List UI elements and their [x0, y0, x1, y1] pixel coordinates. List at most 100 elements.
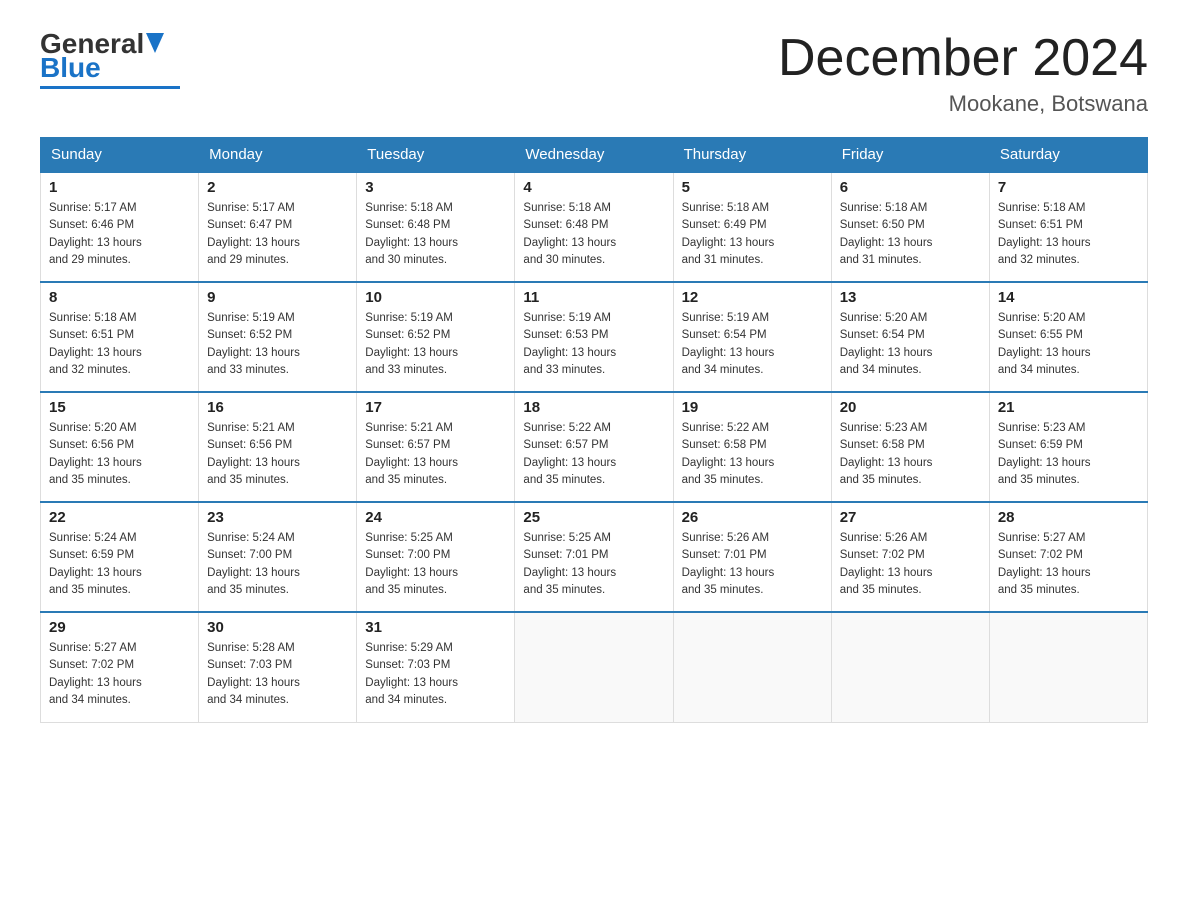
table-row: 29 Sunrise: 5:27 AMSunset: 7:02 PMDaylig…: [41, 612, 199, 722]
day-info: Sunrise: 5:23 AMSunset: 6:59 PMDaylight:…: [998, 422, 1091, 486]
calendar-week-3: 15 Sunrise: 5:20 AMSunset: 6:56 PMDaylig…: [41, 392, 1148, 502]
day-info: Sunrise: 5:18 AMSunset: 6:50 PMDaylight:…: [840, 202, 933, 266]
table-row: [673, 612, 831, 722]
table-row: [831, 612, 989, 722]
day-info: Sunrise: 5:23 AMSunset: 6:58 PMDaylight:…: [840, 422, 933, 486]
day-number: 15: [49, 399, 190, 416]
table-row: 1 Sunrise: 5:17 AMSunset: 6:46 PMDayligh…: [41, 172, 199, 282]
table-row: 21 Sunrise: 5:23 AMSunset: 6:59 PMDaylig…: [989, 392, 1147, 502]
day-info: Sunrise: 5:18 AMSunset: 6:51 PMDaylight:…: [49, 312, 142, 376]
day-number: 1: [49, 179, 190, 196]
day-number: 22: [49, 509, 190, 526]
table-row: 23 Sunrise: 5:24 AMSunset: 7:00 PMDaylig…: [199, 502, 357, 612]
day-number: 31: [365, 619, 506, 636]
logo-triangle-icon: [146, 33, 164, 55]
table-row: 30 Sunrise: 5:28 AMSunset: 7:03 PMDaylig…: [199, 612, 357, 722]
day-number: 30: [207, 619, 348, 636]
day-number: 6: [840, 179, 981, 196]
day-info: Sunrise: 5:19 AMSunset: 6:54 PMDaylight:…: [682, 312, 775, 376]
calendar-body: 1 Sunrise: 5:17 AMSunset: 6:46 PMDayligh…: [41, 172, 1148, 722]
table-row: 8 Sunrise: 5:18 AMSunset: 6:51 PMDayligh…: [41, 282, 199, 392]
day-number: 3: [365, 179, 506, 196]
day-info: Sunrise: 5:19 AMSunset: 6:52 PMDaylight:…: [207, 312, 300, 376]
day-info: Sunrise: 5:18 AMSunset: 6:49 PMDaylight:…: [682, 202, 775, 266]
day-number: 21: [998, 399, 1139, 416]
day-info: Sunrise: 5:21 AMSunset: 6:56 PMDaylight:…: [207, 422, 300, 486]
header: General Blue December 2024 Mookane, Bots…: [40, 30, 1148, 117]
day-number: 10: [365, 289, 506, 306]
day-info: Sunrise: 5:26 AMSunset: 7:01 PMDaylight:…: [682, 532, 775, 596]
logo-underline: [40, 86, 180, 89]
day-number: 14: [998, 289, 1139, 306]
day-number: 8: [49, 289, 190, 306]
day-info: Sunrise: 5:22 AMSunset: 6:58 PMDaylight:…: [682, 422, 775, 486]
table-row: 12 Sunrise: 5:19 AMSunset: 6:54 PMDaylig…: [673, 282, 831, 392]
day-number: 9: [207, 289, 348, 306]
day-info: Sunrise: 5:19 AMSunset: 6:53 PMDaylight:…: [523, 312, 616, 376]
header-tuesday: Tuesday: [357, 138, 515, 173]
logo: General Blue: [40, 30, 180, 89]
table-row: 27 Sunrise: 5:26 AMSunset: 7:02 PMDaylig…: [831, 502, 989, 612]
day-info: Sunrise: 5:26 AMSunset: 7:02 PMDaylight:…: [840, 532, 933, 596]
day-info: Sunrise: 5:18 AMSunset: 6:48 PMDaylight:…: [523, 202, 616, 266]
calendar-table: Sunday Monday Tuesday Wednesday Thursday…: [40, 137, 1148, 723]
table-row: 14 Sunrise: 5:20 AMSunset: 6:55 PMDaylig…: [989, 282, 1147, 392]
day-number: 2: [207, 179, 348, 196]
day-info: Sunrise: 5:29 AMSunset: 7:03 PMDaylight:…: [365, 642, 458, 706]
table-row: 13 Sunrise: 5:20 AMSunset: 6:54 PMDaylig…: [831, 282, 989, 392]
day-info: Sunrise: 5:24 AMSunset: 6:59 PMDaylight:…: [49, 532, 142, 596]
day-info: Sunrise: 5:27 AMSunset: 7:02 PMDaylight:…: [49, 642, 142, 706]
table-row: 9 Sunrise: 5:19 AMSunset: 6:52 PMDayligh…: [199, 282, 357, 392]
table-row: 15 Sunrise: 5:20 AMSunset: 6:56 PMDaylig…: [41, 392, 199, 502]
table-row: 28 Sunrise: 5:27 AMSunset: 7:02 PMDaylig…: [989, 502, 1147, 612]
calendar-week-2: 8 Sunrise: 5:18 AMSunset: 6:51 PMDayligh…: [41, 282, 1148, 392]
calendar-week-1: 1 Sunrise: 5:17 AMSunset: 6:46 PMDayligh…: [41, 172, 1148, 282]
table-row: [989, 612, 1147, 722]
logo-blue-text: Blue: [40, 52, 101, 83]
day-number: 5: [682, 179, 823, 196]
table-row: 31 Sunrise: 5:29 AMSunset: 7:03 PMDaylig…: [357, 612, 515, 722]
day-info: Sunrise: 5:25 AMSunset: 7:01 PMDaylight:…: [523, 532, 616, 596]
header-thursday: Thursday: [673, 138, 831, 173]
table-row: 20 Sunrise: 5:23 AMSunset: 6:58 PMDaylig…: [831, 392, 989, 502]
day-info: Sunrise: 5:19 AMSunset: 6:52 PMDaylight:…: [365, 312, 458, 376]
day-info: Sunrise: 5:17 AMSunset: 6:46 PMDaylight:…: [49, 202, 142, 266]
header-sunday: Sunday: [41, 138, 199, 173]
day-info: Sunrise: 5:24 AMSunset: 7:00 PMDaylight:…: [207, 532, 300, 596]
title-area: December 2024 Mookane, Botswana: [778, 30, 1148, 117]
day-number: 29: [49, 619, 190, 636]
day-info: Sunrise: 5:27 AMSunset: 7:02 PMDaylight:…: [998, 532, 1091, 596]
day-info: Sunrise: 5:20 AMSunset: 6:54 PMDaylight:…: [840, 312, 933, 376]
table-row: [515, 612, 673, 722]
table-row: 4 Sunrise: 5:18 AMSunset: 6:48 PMDayligh…: [515, 172, 673, 282]
table-row: 22 Sunrise: 5:24 AMSunset: 6:59 PMDaylig…: [41, 502, 199, 612]
day-number: 19: [682, 399, 823, 416]
header-friday: Friday: [831, 138, 989, 173]
day-info: Sunrise: 5:25 AMSunset: 7:00 PMDaylight:…: [365, 532, 458, 596]
day-number: 20: [840, 399, 981, 416]
table-row: 3 Sunrise: 5:18 AMSunset: 6:48 PMDayligh…: [357, 172, 515, 282]
table-row: 6 Sunrise: 5:18 AMSunset: 6:50 PMDayligh…: [831, 172, 989, 282]
day-info: Sunrise: 5:28 AMSunset: 7:03 PMDaylight:…: [207, 642, 300, 706]
table-row: 10 Sunrise: 5:19 AMSunset: 6:52 PMDaylig…: [357, 282, 515, 392]
table-row: 17 Sunrise: 5:21 AMSunset: 6:57 PMDaylig…: [357, 392, 515, 502]
day-info: Sunrise: 5:20 AMSunset: 6:56 PMDaylight:…: [49, 422, 142, 486]
day-number: 11: [523, 289, 664, 306]
day-info: Sunrise: 5:22 AMSunset: 6:57 PMDaylight:…: [523, 422, 616, 486]
header-monday: Monday: [199, 138, 357, 173]
day-info: Sunrise: 5:18 AMSunset: 6:51 PMDaylight:…: [998, 202, 1091, 266]
table-row: 2 Sunrise: 5:17 AMSunset: 6:47 PMDayligh…: [199, 172, 357, 282]
day-info: Sunrise: 5:17 AMSunset: 6:47 PMDaylight:…: [207, 202, 300, 266]
table-row: 16 Sunrise: 5:21 AMSunset: 6:56 PMDaylig…: [199, 392, 357, 502]
day-number: 24: [365, 509, 506, 526]
calendar-title: December 2024: [778, 30, 1148, 87]
table-row: 11 Sunrise: 5:19 AMSunset: 6:53 PMDaylig…: [515, 282, 673, 392]
day-number: 18: [523, 399, 664, 416]
table-row: 25 Sunrise: 5:25 AMSunset: 7:01 PMDaylig…: [515, 502, 673, 612]
day-number: 12: [682, 289, 823, 306]
day-info: Sunrise: 5:21 AMSunset: 6:57 PMDaylight:…: [365, 422, 458, 486]
header-saturday: Saturday: [989, 138, 1147, 173]
day-info: Sunrise: 5:20 AMSunset: 6:55 PMDaylight:…: [998, 312, 1091, 376]
calendar-header: Sunday Monday Tuesday Wednesday Thursday…: [41, 138, 1148, 173]
day-info: Sunrise: 5:18 AMSunset: 6:48 PMDaylight:…: [365, 202, 458, 266]
